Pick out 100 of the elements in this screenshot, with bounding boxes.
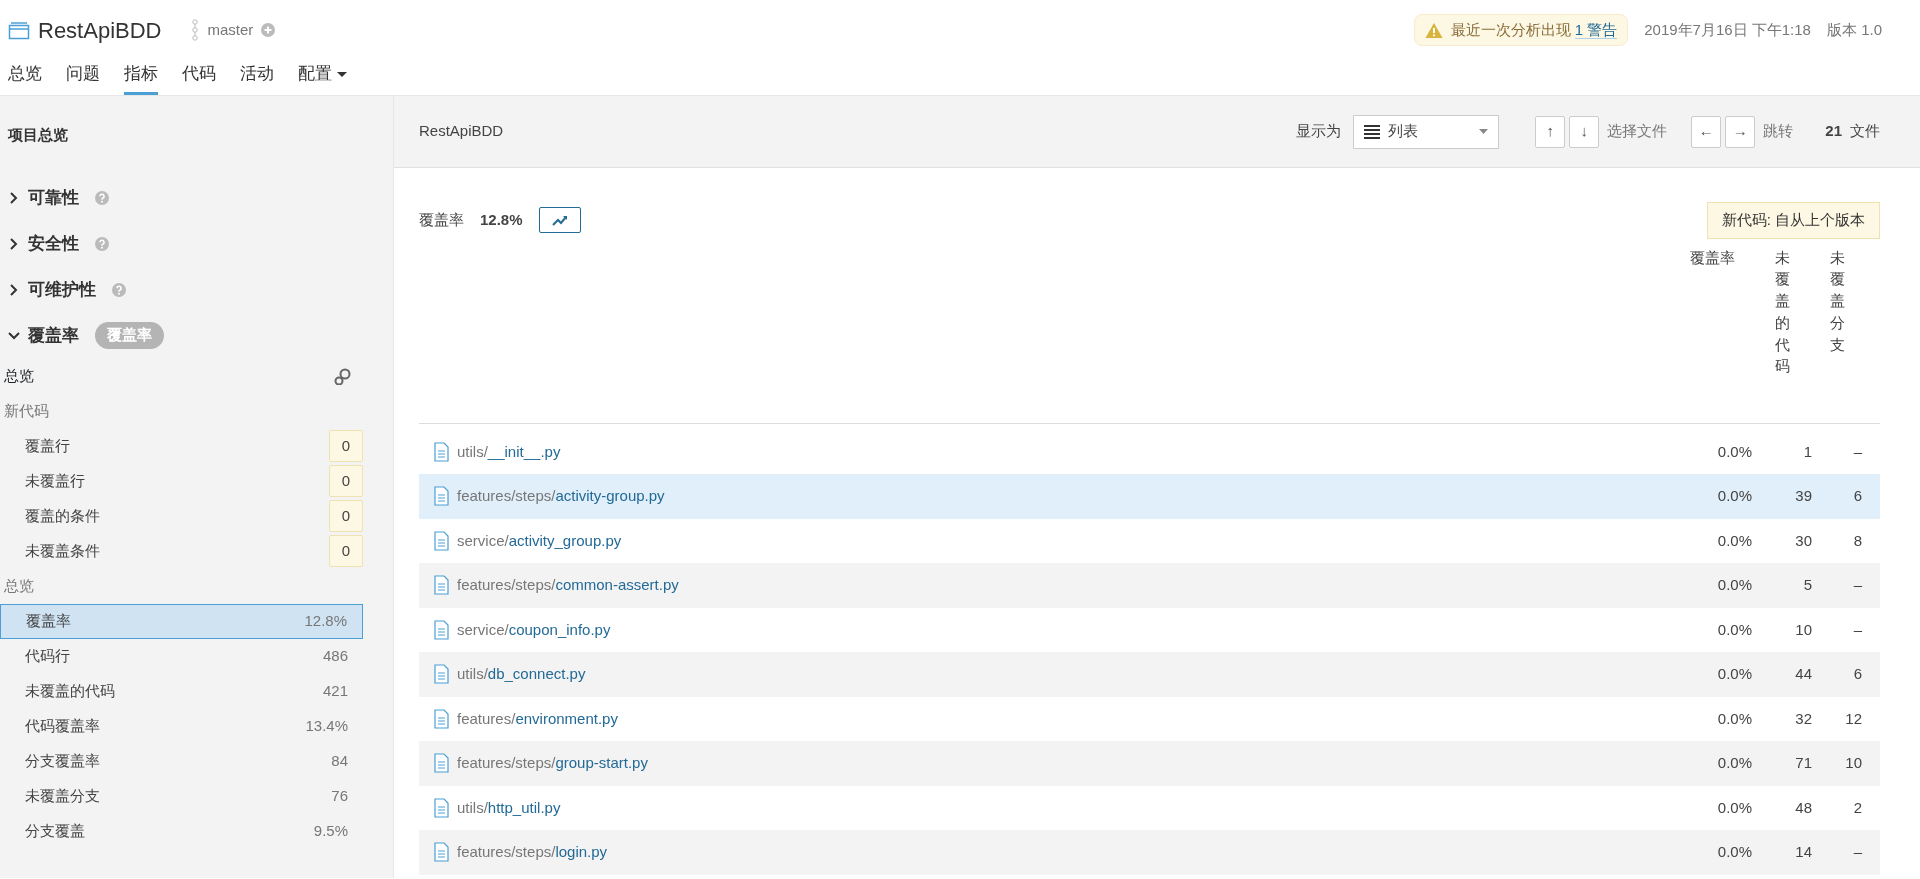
metric-row[interactable]: 未覆盖行 0: [0, 463, 363, 499]
file-count: 21: [1825, 121, 1842, 142]
trend-chart-icon: [551, 213, 568, 227]
view-select[interactable]: 列表: [1353, 114, 1500, 149]
metric-row[interactable]: 覆盖的条件 0: [0, 498, 363, 534]
select-files-label: 选择文件: [1607, 121, 1668, 142]
coverage-cell-text: 0.0%: [1716, 797, 1752, 818]
metric-row[interactable]: 覆盖行 0: [0, 428, 363, 464]
warning-link[interactable]: 1 警告: [1574, 20, 1618, 39]
uncovered-branches-cell-text: 10: [1844, 753, 1862, 773]
file-row[interactable]: features/steps/common-assert.py 0.0% 5 –: [419, 563, 1880, 608]
coverage-cell-text: 0.0%: [1716, 486, 1752, 506]
file-icon: [434, 486, 449, 507]
nav-tab[interactable]: 问题: [66, 60, 100, 95]
down-button[interactable]: ↓: [1569, 115, 1600, 148]
file-row[interactable]: utils/__init__.py 0.0% 1 –: [419, 429, 1880, 474]
nav-tab[interactable]: 总览: [8, 60, 42, 95]
right-button[interactable]: →: [1725, 115, 1756, 148]
metric-row[interactable]: 覆盖率 12.8%: [0, 603, 363, 639]
plus-icon: [261, 23, 276, 37]
metric-label: 未覆盖条件: [25, 540, 100, 561]
file-link[interactable]: service/activity_group.py: [457, 529, 622, 552]
uncovered-lines-cell-text: 10: [1794, 619, 1812, 640]
file-row[interactable]: utils/db_connect.py 0.0% 44 6: [419, 652, 1880, 697]
metric-label: 未覆盖的代码: [25, 680, 115, 701]
column-header[interactable]: 未覆盖的代码: [1774, 246, 1790, 377]
file-link[interactable]: utils/http_util.py: [457, 796, 561, 819]
file-icon: [434, 530, 449, 551]
metric-value: 13.4%: [305, 715, 348, 736]
file-count-label: 文件: [1850, 121, 1880, 142]
list-icon: [1364, 124, 1381, 139]
section-header[interactable]: 可维护性: [0, 266, 393, 313]
jump-label: 跳转: [1763, 121, 1794, 142]
nav-tab[interactable]: 代码: [182, 60, 216, 95]
uncovered-branches-cell-text: –: [1852, 441, 1862, 462]
section-header[interactable]: 可靠性: [0, 174, 393, 221]
search-button[interactable]: [334, 367, 351, 385]
file-icon: [434, 441, 449, 462]
file-link[interactable]: features/steps/login.py: [457, 841, 608, 864]
metric-value: 0: [329, 499, 363, 533]
component-title: RestApiBDD: [419, 121, 504, 142]
metric-label: 分支覆盖: [25, 820, 85, 841]
nav-tab[interactable]: 配置: [298, 60, 347, 95]
column-header[interactable]: 覆盖率: [1689, 246, 1745, 269]
display-label: 显示为: [1296, 121, 1342, 142]
metric-row[interactable]: 未覆盖的代码 421: [0, 673, 363, 709]
search-icon: [334, 367, 351, 385]
metric-row[interactable]: 未覆盖分支 76: [0, 778, 363, 814]
coverage-value: 12.8%: [480, 210, 523, 230]
file-link[interactable]: features/steps/group-start.py: [457, 752, 648, 775]
metric-label: 代码覆盖率: [25, 715, 100, 736]
file-row[interactable]: service/coupon_info.py 0.0% 10 –: [419, 607, 1880, 652]
metric-row[interactable]: 未覆盖条件 0: [0, 533, 363, 569]
chevron-right-icon: [8, 237, 20, 250]
warning-text: 最近一次分析出现 1 警告: [1450, 19, 1618, 41]
coverage-cell-text: 0.0%: [1716, 530, 1752, 551]
uncovered-branches-cell-text: 12: [1844, 708, 1862, 729]
uncovered-lines-cell-text: 1: [1802, 441, 1812, 462]
file-link[interactable]: utils/__init__.py: [457, 440, 561, 463]
file-row[interactable]: features/steps/group-start.py 0.0% 71 10: [419, 741, 1880, 786]
coverage-cell-text: 0.0%: [1716, 441, 1752, 462]
file-row[interactable]: service/activity_group.py 0.0% 30 8: [419, 518, 1880, 563]
metric-row[interactable]: 代码覆盖率 13.4%: [0, 708, 363, 744]
metric-row[interactable]: 代码行 486: [0, 638, 363, 674]
metric-label: 分支覆盖率: [25, 750, 100, 771]
file-row[interactable]: utils/http_util.py 0.0% 48 2: [419, 785, 1880, 830]
uncovered-lines-cell-text: 71: [1794, 753, 1812, 773]
nav-tab[interactable]: 活动: [240, 60, 274, 95]
metric-label: 未覆盖分支: [25, 785, 100, 806]
uncovered-lines-cell-text: 44: [1794, 664, 1812, 684]
history-button[interactable]: [538, 207, 581, 234]
uncovered-branches-cell-text: 8: [1852, 530, 1862, 551]
up-button[interactable]: ↑: [1535, 115, 1566, 148]
section-header[interactable]: 覆盖率 覆盖率: [0, 312, 393, 359]
file-link[interactable]: features/steps/activity-group.py: [457, 485, 665, 508]
metric-value: 84: [331, 750, 348, 771]
file-link[interactable]: service/coupon_info.py: [457, 618, 611, 641]
file-row[interactable]: features/steps/activity-group.py 0.0% 39 6: [419, 474, 1880, 519]
file-row[interactable]: features/steps/login.py 0.0% 14 –: [419, 830, 1880, 875]
metric-row[interactable]: 分支覆盖 9.5%: [0, 813, 363, 849]
file-link[interactable]: features/environment.py: [457, 707, 618, 730]
metric-label: 未覆盖行: [25, 470, 85, 491]
uncovered-lines-cell-text: 32: [1794, 708, 1812, 729]
overview-link[interactable]: 总览: [4, 364, 34, 388]
file-row[interactable]: features/environment.py 0.0% 32 12: [419, 696, 1880, 741]
column-header[interactable]: 未覆盖分支: [1829, 246, 1845, 356]
left-button[interactable]: ←: [1691, 115, 1722, 148]
file-link[interactable]: utils/db_connect.py: [457, 663, 586, 686]
metric-row[interactable]: 分支覆盖率 84: [0, 743, 363, 779]
repository-icon: [8, 20, 30, 40]
branch-icon: [191, 19, 200, 41]
group-label: 新代码: [4, 400, 49, 421]
section-header[interactable]: 安全性: [0, 220, 393, 267]
coverage-cell-text: 0.0%: [1716, 842, 1752, 862]
file-icon: [434, 753, 449, 774]
file-link[interactable]: features/steps/common-assert.py: [457, 574, 679, 597]
help-icon: [95, 236, 109, 251]
metric-label: 覆盖行: [25, 435, 70, 456]
project-name[interactable]: RestApiBDD: [38, 13, 162, 47]
new-code-period: 新代码: 自从上个版本: [1706, 202, 1880, 239]
